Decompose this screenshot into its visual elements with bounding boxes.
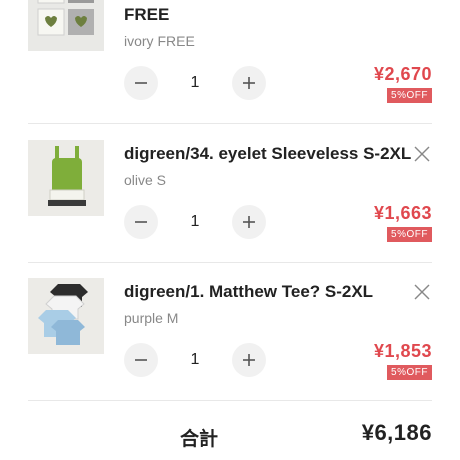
- discount-badge: 5%OFF: [387, 88, 432, 103]
- quantity-value: 1: [190, 74, 200, 91]
- item-price: ¥1,853: [373, 341, 432, 361]
- decrease-quantity-button[interactable]: [124, 66, 158, 100]
- plus-icon: [243, 354, 255, 366]
- product-thumbnail[interactable]: [28, 140, 104, 216]
- cart-item: digreen/1. Matthew Tee? S-2XL purple M 1…: [0, 262, 460, 400]
- item-price: ¥1,663: [373, 203, 432, 223]
- minus-icon: [135, 82, 147, 84]
- quantity-stepper: 1: [124, 343, 268, 377]
- decrease-quantity-button[interactable]: [124, 343, 158, 377]
- product-thumbnail[interactable]: [28, 0, 104, 51]
- discount-badge: 5%OFF: [387, 365, 432, 380]
- minus-icon: [135, 359, 147, 361]
- total-value: ¥6,186: [361, 420, 432, 445]
- product-thumbnail[interactable]: [28, 278, 104, 354]
- close-icon[interactable]: [414, 146, 430, 162]
- increase-quantity-button[interactable]: [232, 66, 266, 100]
- increase-quantity-button[interactable]: [232, 343, 266, 377]
- product-name[interactable]: digreen/34. eyelet Sleeveless S-2XL: [124, 144, 411, 164]
- product-name[interactable]: FREE: [124, 5, 169, 25]
- divider: [28, 400, 432, 401]
- quantity-stepper: 1: [124, 205, 268, 239]
- increase-quantity-button[interactable]: [232, 205, 266, 239]
- cart-item: FREE ivory FREE 1 ¥2,670 5%OFF: [0, 0, 460, 113]
- minus-icon: [135, 221, 147, 223]
- cart-item: digreen/34. eyelet Sleeveless S-2XL oliv…: [0, 124, 460, 262]
- product-variant: purple M: [124, 310, 179, 326]
- quantity-stepper: 1: [124, 66, 268, 100]
- quantity-value: 1: [190, 213, 200, 230]
- plus-icon: [243, 77, 255, 89]
- product-name[interactable]: digreen/1. Matthew Tee? S-2XL: [124, 282, 373, 302]
- discount-badge: 5%OFF: [387, 227, 432, 242]
- item-price: ¥2,670: [373, 64, 432, 84]
- quantity-value: 1: [190, 351, 200, 368]
- plus-icon: [243, 216, 255, 228]
- product-variant: ivory FREE: [124, 33, 195, 49]
- close-icon[interactable]: [414, 284, 430, 300]
- total-label: 合計: [180, 429, 219, 450]
- product-variant: olive S: [124, 172, 167, 188]
- decrease-quantity-button[interactable]: [124, 205, 158, 239]
